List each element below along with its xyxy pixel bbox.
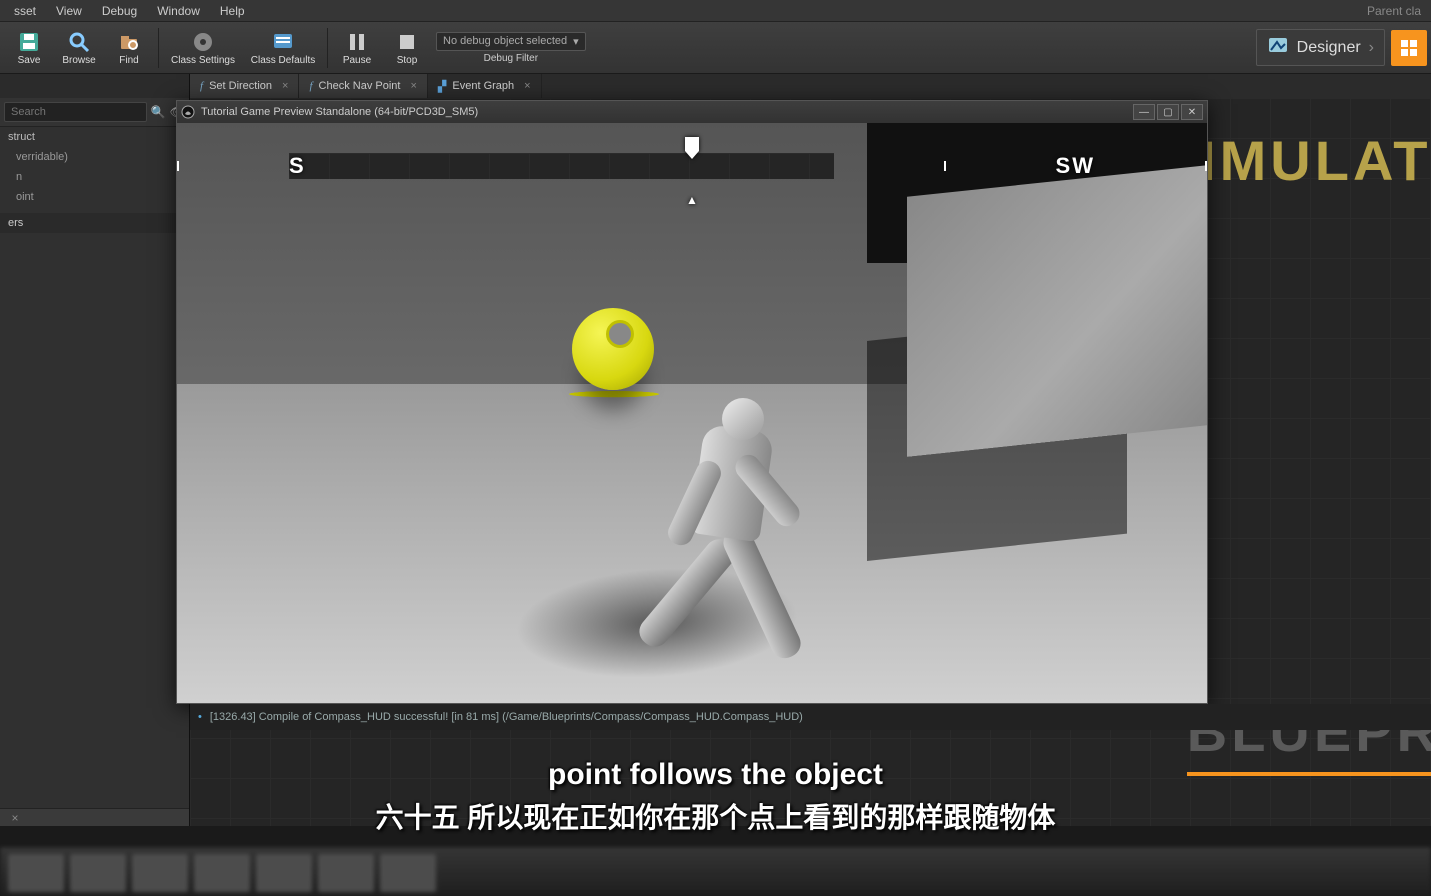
debug-object-combo[interactable]: No debug object selected ▾ [436, 32, 586, 51]
debug-filter: No debug object selected ▾ Debug Filter [436, 32, 586, 64]
watermark-simulation: IMULATI [1200, 128, 1431, 193]
my-blueprint-panel: 🔍 👁 struct verridable) n oint ers × [0, 98, 190, 826]
search-row: 🔍 👁 [0, 98, 189, 127]
tree-item[interactable]: n [0, 167, 189, 187]
compass-tick [1205, 161, 1207, 171]
save-button[interactable]: Save [4, 23, 54, 73]
menu-asset[interactable]: sset [4, 1, 46, 21]
debug-filter-caption: Debug Filter [484, 53, 538, 64]
find-button[interactable]: Find [104, 23, 154, 73]
scene-character [637, 358, 837, 678]
game-viewport[interactable]: S SW ▲ [177, 123, 1207, 703]
menu-debug[interactable]: Debug [92, 1, 147, 21]
function-icon: f [309, 80, 312, 92]
graph-button[interactable] [1391, 30, 1427, 66]
search-input[interactable] [4, 102, 147, 122]
taskbar-item[interactable] [318, 854, 374, 892]
window-titlebar[interactable]: Tutorial Game Preview Standalone (64-bit… [177, 101, 1207, 123]
class-defaults-button[interactable]: Class Defaults [243, 23, 323, 73]
find-label: Find [119, 55, 138, 66]
function-icon: f [200, 80, 203, 92]
graph-icon: ▞ [438, 80, 446, 93]
taskbar-item[interactable] [194, 854, 250, 892]
parent-class-label: Parent cla [1367, 4, 1427, 18]
stop-button[interactable]: Stop [382, 23, 432, 73]
compass-hud: S SW ▲ [177, 141, 1207, 191]
compass-arrow-icon: ▲ [686, 193, 698, 207]
compass-s: S [289, 153, 834, 179]
debug-combo-text: No debug object selected [443, 35, 567, 47]
unreal-icon [181, 105, 195, 119]
tab-event-graph[interactable]: ▞ Event Graph × [428, 74, 542, 98]
close-icon[interactable]: × [410, 80, 416, 92]
stop-label: Stop [397, 55, 418, 66]
game-preview-window: Tutorial Game Preview Standalone (64-bit… [176, 100, 1208, 704]
class-settings-label: Class Settings [171, 55, 235, 66]
graph-icon [1398, 37, 1420, 59]
close-icon[interactable]: × [282, 80, 288, 92]
browse-label: Browse [62, 55, 95, 66]
compass-tick [177, 161, 179, 171]
minimize-button[interactable]: — [1133, 104, 1155, 120]
tab-label: Check Nav Point [319, 80, 401, 92]
tab-label: Event Graph [452, 80, 514, 92]
compass-sw: SW [1056, 153, 1095, 179]
find-icon [117, 30, 141, 54]
maximize-button[interactable]: ▢ [1157, 104, 1179, 120]
toolbar: Save Browse Find Class Settings Class De… [0, 22, 1431, 74]
tab-set-direction[interactable]: f Set Direction × [190, 74, 299, 98]
menu-help[interactable]: Help [210, 1, 255, 21]
tree-list[interactable]: struct verridable) n oint ers [0, 127, 189, 808]
browse-icon [67, 30, 91, 54]
bullet-icon: • [198, 711, 202, 723]
browse-button[interactable]: Browse [54, 23, 104, 73]
gear-icon [191, 30, 215, 54]
chevron-right-icon: › [1369, 39, 1374, 57]
designer-label: Designer [1297, 39, 1361, 57]
tree-item[interactable]: verridable) [0, 147, 189, 167]
designer-button[interactable]: Designer › [1256, 29, 1385, 66]
save-icon [17, 30, 41, 54]
chevron-down-icon: ▾ [573, 35, 579, 48]
close-button[interactable]: ✕ [1181, 104, 1203, 120]
taskbar-item[interactable] [132, 854, 188, 892]
window-title: Tutorial Game Preview Standalone (64-bit… [201, 106, 478, 118]
stop-icon [395, 30, 419, 54]
log-line: [1326.43] Compile of Compass_HUD success… [210, 711, 803, 723]
separator [327, 28, 328, 68]
class-defaults-label: Class Defaults [251, 55, 315, 66]
close-icon[interactable]: × [524, 80, 530, 92]
menu-view[interactable]: View [46, 1, 92, 21]
taskbar-item[interactable] [380, 854, 436, 892]
save-label: Save [18, 55, 41, 66]
bottom-tab-strip: × [0, 808, 189, 826]
search-icon[interactable]: 🔍 [151, 105, 166, 119]
compass-marker-icon [682, 137, 702, 167]
menu-bar: sset View Debug Window Help Parent cla [0, 0, 1431, 22]
scene-pillar [907, 165, 1207, 457]
tab-label: Set Direction [209, 80, 272, 92]
pause-label: Pause [343, 55, 371, 66]
menu-window[interactable]: Window [147, 1, 210, 21]
document-tabs: f Set Direction × f Check Nav Point × ▞ … [0, 74, 1431, 98]
tab-check-nav-point[interactable]: f Check Nav Point × [299, 74, 427, 98]
taskbar-item[interactable] [70, 854, 126, 892]
taskbar-item[interactable] [8, 854, 64, 892]
os-taskbar[interactable] [0, 848, 1431, 896]
class-defaults-icon [271, 30, 295, 54]
bottom-tab[interactable]: × [0, 809, 30, 826]
tree-item[interactable]: oint [0, 187, 189, 207]
separator [158, 28, 159, 68]
compass-tick [944, 161, 946, 171]
class-settings-button[interactable]: Class Settings [163, 23, 243, 73]
pause-button[interactable]: Pause [332, 23, 382, 73]
taskbar-item[interactable] [256, 854, 312, 892]
pause-icon [345, 30, 369, 54]
left-panel-tabspace [0, 74, 190, 98]
compiler-log[interactable]: • [1326.43] Compile of Compass_HUD succe… [190, 704, 1431, 730]
designer-icon [1267, 34, 1289, 61]
tree-section[interactable]: ers [0, 213, 189, 233]
tree-item[interactable]: struct [0, 127, 189, 147]
